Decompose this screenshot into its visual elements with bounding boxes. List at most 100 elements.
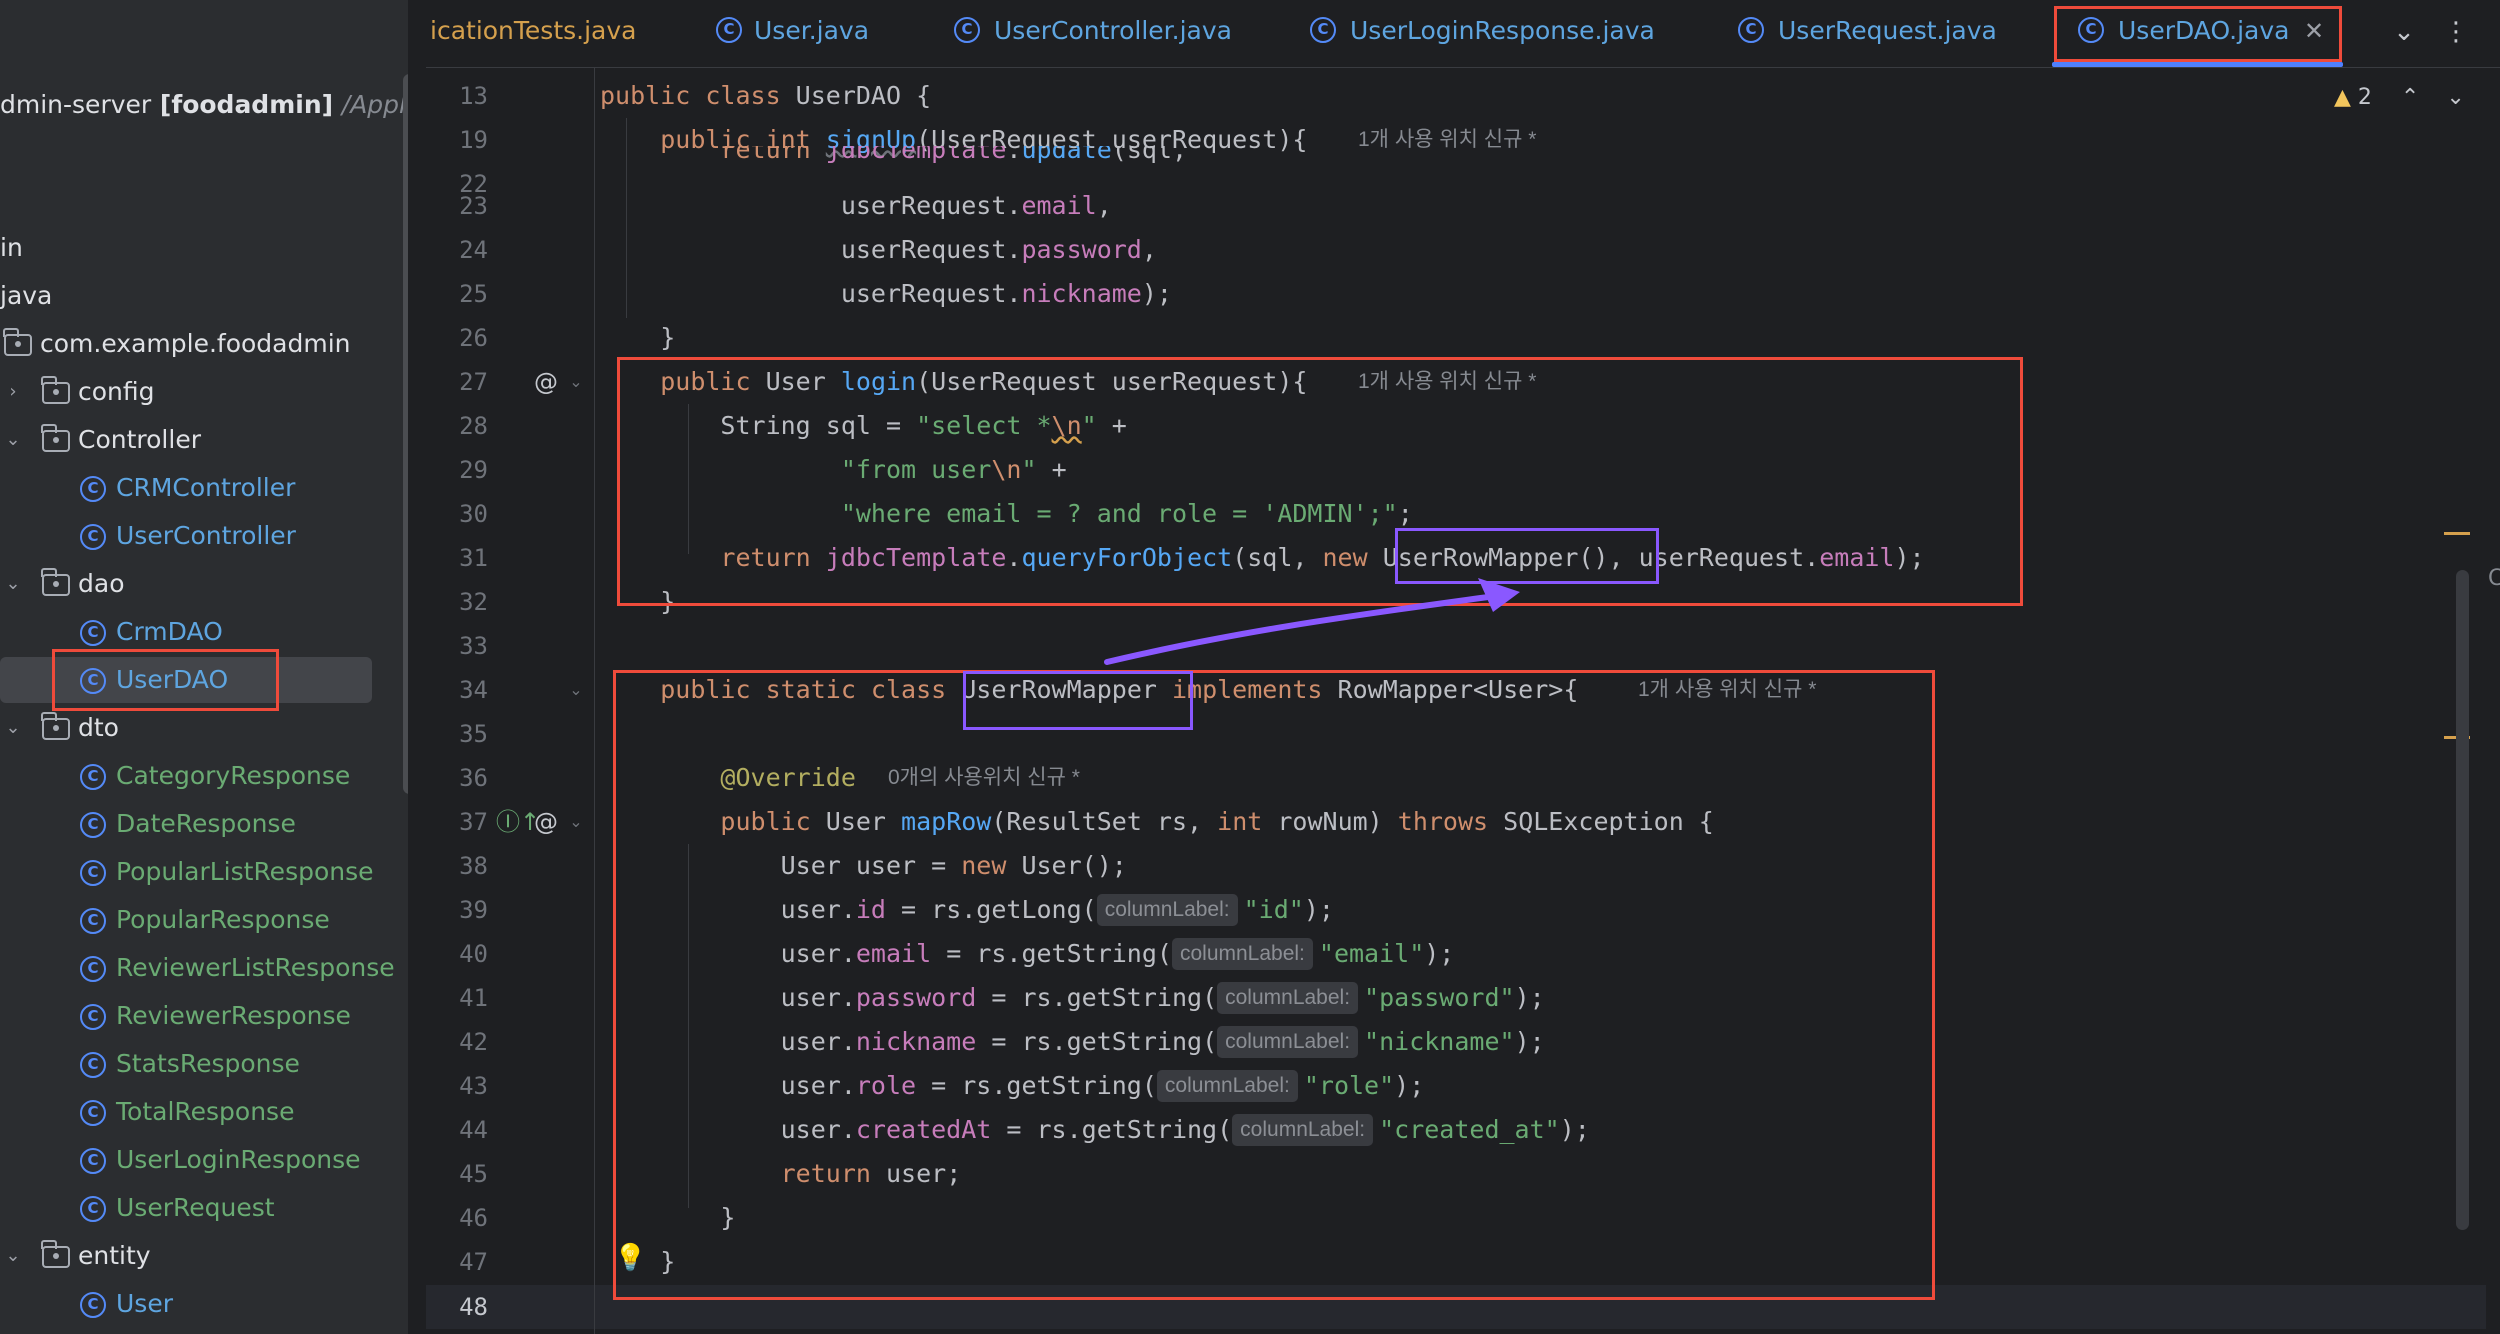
line-number: 23 — [459, 192, 488, 220]
package-folder-icon — [41, 376, 70, 404]
project-root-row[interactable]: dmin-server [foodadmin] /Applic — [0, 82, 408, 128]
tree-item-usercontroller[interactable]: C UserController — [0, 513, 408, 559]
class-icon: C — [80, 1052, 106, 1078]
tree-item-crmcontroller[interactable]: C CRMController — [0, 465, 408, 511]
tree-item-dao[interactable]: ⌄ dao — [0, 561, 408, 607]
tree-item-controller[interactable]: ⌄ Controller — [0, 417, 408, 463]
class-icon: C — [2078, 17, 2104, 43]
line-number: 48 — [459, 1293, 488, 1321]
code-line: user.nickname = rs.getString(columnLabel… — [600, 1026, 1545, 1058]
tree-item-userrequest[interactable]: C UserRequest — [0, 1185, 408, 1231]
tree-item-userdao[interactable]: C UserDAO — [0, 657, 372, 703]
project-tool-window: dmin-server [foodadmin] /Applic in java … — [0, 0, 408, 1334]
package-folder-icon — [41, 424, 70, 452]
chevron-down-icon[interactable]: ⌄ — [2384, 12, 2424, 52]
editor-scrollbar[interactable] — [2456, 570, 2469, 1230]
code-line: user.password = rs.getString(columnLabel… — [600, 982, 1545, 1014]
chevron-right-icon[interactable]: › — [0, 369, 26, 415]
chevron-down-icon[interactable]: ⌄ — [0, 561, 26, 607]
tree-item-dateresponse[interactable]: C DateResponse — [0, 801, 408, 847]
tree-item-totalresponse[interactable]: C TotalResponse — [0, 1089, 408, 1135]
code-line: user.createdAt = rs.getString(columnLabe… — [600, 1114, 1590, 1146]
class-icon: C — [80, 620, 106, 646]
code-line: } — [600, 1203, 736, 1232]
package-folder-icon — [41, 1240, 70, 1268]
warning-count: 2 — [2357, 85, 2372, 110]
tree-item-main[interactable]: in — [0, 225, 408, 271]
code-line: } — [600, 323, 676, 352]
class-icon: C — [80, 1196, 106, 1222]
class-icon: C — [80, 476, 106, 502]
tree-item-entity[interactable]: ⌄ entity — [0, 1233, 408, 1279]
tree-item-reviewerresponse[interactable]: C ReviewerResponse — [0, 993, 408, 1039]
tree-item-popularresponse[interactable]: C PopularResponse — [0, 897, 408, 943]
code-line: user.role = rs.getString(columnLabel: "ro… — [600, 1070, 1425, 1102]
line-number: 13 — [459, 82, 488, 110]
class-icon: C — [80, 668, 106, 694]
close-icon[interactable]: ✕ — [2304, 0, 2324, 62]
tree-item-package[interactable]: com.example.foodadmin — [0, 321, 408, 367]
inspection-widget[interactable]: ▲ 2 ⌃ ⌄ — [2334, 78, 2465, 118]
editor-tab-bar: icationTests.java C User.java C UserCont… — [426, 0, 2500, 68]
code-line: "from user\n" + — [840, 455, 1067, 484]
class-icon: C — [954, 17, 980, 43]
override-marker-icon[interactable]: @ — [534, 800, 558, 844]
previous-highlight-icon[interactable]: ⌃ — [2401, 85, 2419, 110]
fold-chevron-icon[interactable]: ⌄ — [566, 800, 586, 844]
tree-item-statsresponse[interactable]: C StatsResponse — [0, 1041, 408, 1087]
tree-item-reviewerlistresponse[interactable]: C ReviewerListResponse — [0, 945, 408, 991]
code-line: user.id = rs.getLong(columnLabel: "id"); — [600, 894, 1334, 926]
usage-hint[interactable]: 1개 사용 위치 신규 * — [1358, 360, 1536, 404]
line-number: 38 — [459, 852, 488, 880]
current-line-highlight — [426, 1285, 2486, 1329]
code-line: user.email = rs.getString(columnLabel: "e… — [600, 938, 1455, 970]
code-line: String sql = "select *\n" + — [600, 411, 1127, 440]
code-editor[interactable]: icationTests.java C User.java C UserCont… — [426, 0, 2500, 1334]
tree-item-userloginresponse[interactable]: C UserLoginResponse — [0, 1137, 408, 1183]
project-path: /Applic — [341, 90, 408, 119]
line-number: 36 — [459, 764, 488, 792]
code-line: } — [600, 1247, 676, 1276]
class-icon: C — [80, 1100, 106, 1126]
tree-item-dto[interactable]: ⌄ dto — [0, 705, 408, 751]
code-line: } — [600, 587, 676, 616]
line-number: 28 — [459, 412, 488, 440]
parameter-hint: columnLabel: — [1217, 982, 1359, 1014]
fold-chevron-icon[interactable]: ⌄ — [566, 360, 586, 404]
code-line: "where email = ? and role = 'ADMIN';"; — [840, 499, 1413, 528]
line-number: 34 — [459, 676, 488, 704]
more-options-icon[interactable]: ⋮ — [2436, 12, 2476, 52]
override-marker-icon[interactable]: @ — [534, 360, 558, 404]
tree-item-java[interactable]: java — [0, 273, 408, 319]
line-number: 19 — [459, 126, 488, 154]
class-icon: C — [80, 860, 106, 886]
tree-item-categoryresponse[interactable]: C CategoryResponse — [0, 753, 408, 799]
project-module: [foodadmin] — [159, 90, 334, 119]
usage-hint[interactable]: 1개 사용 위치 신규 * — [1358, 118, 1536, 162]
code-line: public static class UserRowMapper implem… — [660, 675, 1579, 704]
tree-item-config[interactable]: › config — [0, 369, 408, 415]
code-line: public User login(UserRequest userReques… — [660, 367, 1308, 396]
line-number: 46 — [459, 1204, 488, 1232]
next-highlight-icon[interactable]: ⌄ — [2446, 85, 2464, 110]
project-name: dmin-server — [0, 90, 152, 119]
fold-chevron-icon[interactable]: ⌄ — [566, 668, 586, 712]
tree-item-popularlistresponse[interactable]: C PopularListResponse — [0, 849, 408, 895]
tree-item-user[interactable]: C User — [0, 1281, 408, 1327]
tree-item-crmdao[interactable]: C CrmDAO — [0, 609, 408, 655]
warning-stripe-mark[interactable] — [2444, 532, 2470, 535]
parameter-hint: columnLabel: — [1171, 938, 1313, 970]
line-number: 29 — [459, 456, 488, 484]
chevron-down-icon[interactable]: ⌄ — [0, 1233, 26, 1279]
code-line: public User mapRow(ResultSet rs, int row… — [720, 807, 1714, 836]
gutter-separator — [594, 68, 595, 1334]
line-number: 41 — [459, 984, 488, 1012]
line-number: 26 — [459, 324, 488, 352]
chevron-down-icon[interactable]: ⌄ — [0, 705, 26, 751]
class-icon: C — [80, 524, 106, 550]
usage-hint[interactable]: 1개 사용 위치 신규 * — [1638, 668, 1816, 712]
usage-hint[interactable]: 0개의 사용위치 신규 * — [888, 756, 1080, 800]
class-icon: C — [80, 1292, 106, 1318]
chevron-down-icon[interactable]: ⌄ — [0, 417, 26, 463]
sidebar-scrollbar[interactable] — [403, 74, 408, 794]
